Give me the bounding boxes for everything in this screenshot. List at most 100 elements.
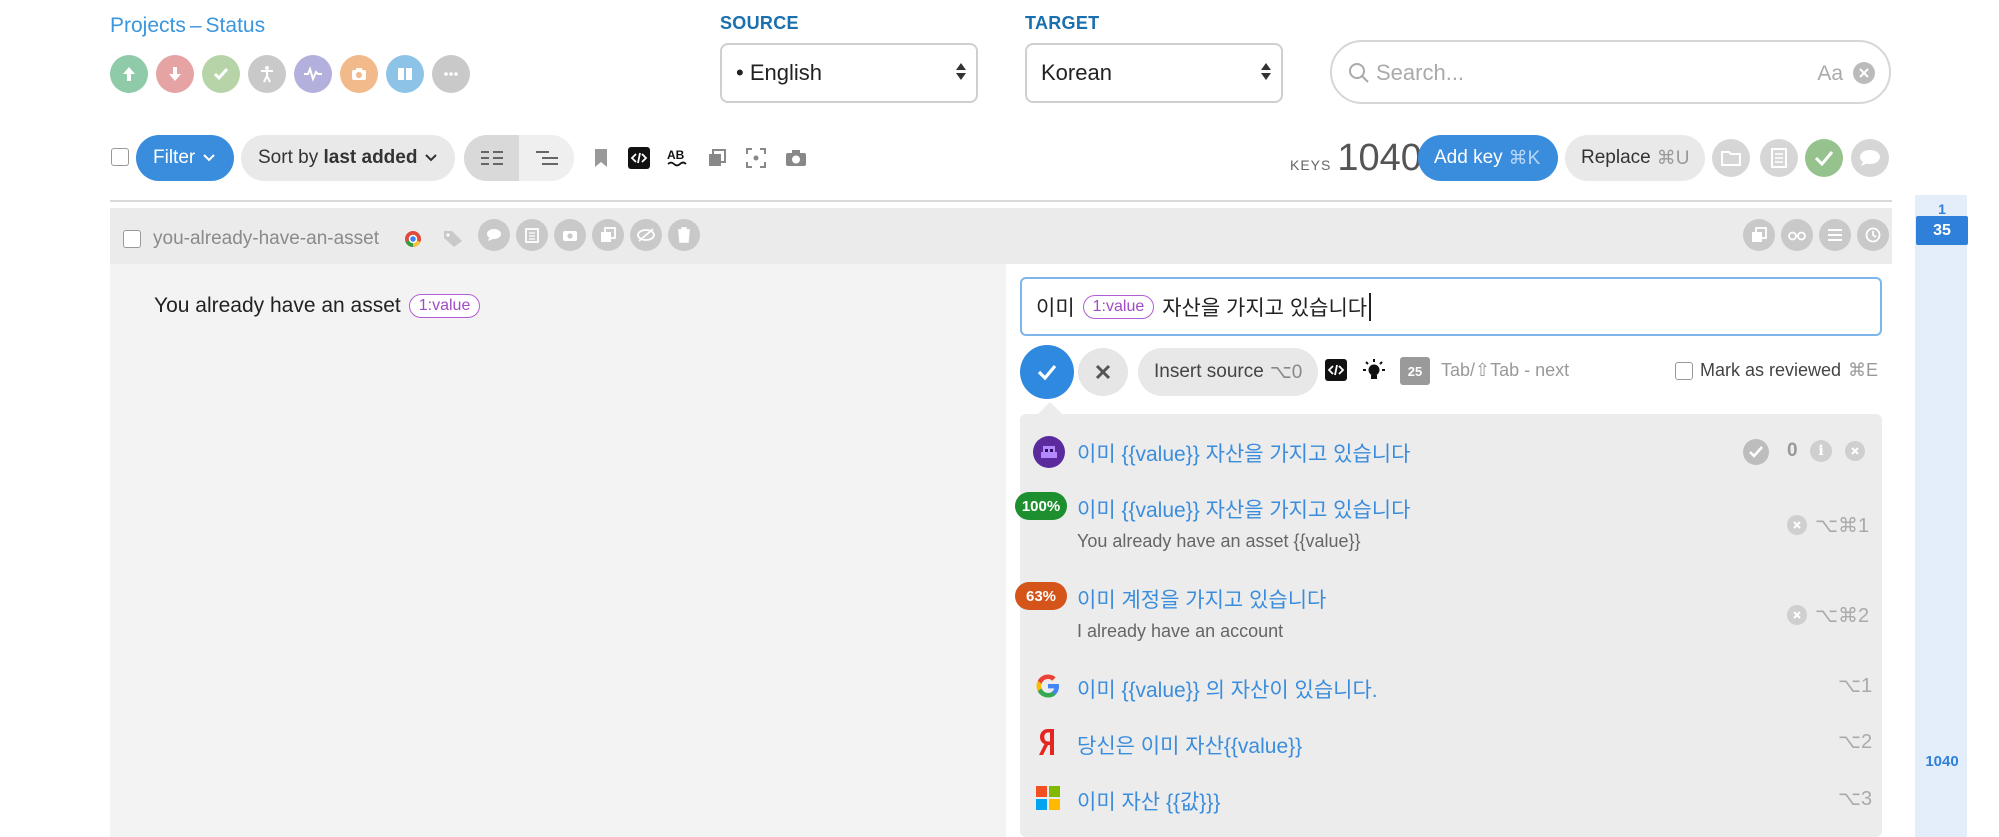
code-icon[interactable] — [627, 146, 651, 170]
camera-icon[interactable] — [340, 55, 378, 93]
dismiss-icon[interactable] — [1787, 605, 1807, 625]
filter-button[interactable]: Filter — [136, 135, 234, 181]
sort-prefix: Sort by — [258, 147, 324, 168]
suggestion-text[interactable]: 이미 {{value}} 자산을 가지고 있습니다 — [1077, 494, 1410, 524]
bookmark-icon[interactable] — [589, 146, 613, 170]
replace-button[interactable]: Replace ⌘U — [1565, 135, 1705, 181]
check-icon[interactable] — [202, 55, 240, 93]
list-view-button[interactable] — [464, 135, 519, 181]
select-all-checkbox[interactable] — [111, 148, 129, 166]
check-circle-icon[interactable] — [1743, 439, 1769, 465]
duplicate-icon[interactable] — [592, 219, 624, 251]
source-text: You already have an asset 1:value — [154, 294, 481, 318]
source-language-select[interactable]: • English — [720, 43, 978, 103]
select-arrows-icon — [956, 63, 966, 80]
clear-search-icon[interactable] — [1853, 62, 1875, 84]
search-input[interactable]: Search... Aa — [1330, 40, 1891, 104]
tree-view-button[interactable] — [519, 135, 574, 181]
replace-label: Replace — [1581, 147, 1651, 168]
chrome-icon — [405, 231, 421, 248]
breadcrumb-projects-link[interactable]: Projects — [110, 14, 186, 37]
upload-icon[interactable] — [110, 55, 148, 93]
insert-source-shortcut: ⌥0 — [1269, 361, 1303, 383]
check-circle-icon[interactable] — [1805, 139, 1843, 177]
suggestion-text[interactable]: 이미 자산 {{값}}} — [1077, 786, 1220, 816]
select-arrows-icon — [1261, 63, 1271, 80]
source-language-value: • English — [736, 60, 822, 85]
suggestion-shortcut: ⌥3 — [1838, 788, 1873, 810]
list-view-icon — [480, 151, 503, 165]
mark-reviewed-toggle[interactable]: Mark as reviewed ⌘E — [1675, 360, 1878, 381]
breadcrumb-status-link[interactable]: Status — [206, 14, 266, 37]
match-case-toggle[interactable]: Aa — [1817, 62, 1843, 86]
filter-label: Filter — [153, 147, 196, 168]
placeholder-tag[interactable]: 1:value — [1082, 294, 1155, 319]
activity-icon[interactable] — [294, 55, 332, 93]
document-icon[interactable] — [1760, 139, 1798, 177]
add-key-label: Add key — [1434, 147, 1503, 168]
trash-icon[interactable] — [668, 219, 700, 251]
align-icon[interactable] — [1819, 219, 1851, 251]
key-name[interactable]: you-already-have-an-asset — [153, 228, 379, 250]
sort-dropdown[interactable]: Sort by last added — [241, 135, 455, 181]
translation-editor[interactable]: 이미 1:value 자산을 가지고 있습니다 — [1020, 277, 1882, 336]
usage-count: 0 — [1787, 440, 1798, 461]
view-mode-toggle — [464, 135, 574, 181]
target-label: TARGET — [1025, 13, 1100, 33]
insert-source-label: Insert source — [1154, 361, 1264, 382]
add-key-button[interactable]: Add key ⌘K — [1418, 135, 1558, 181]
copy-icon[interactable] — [705, 146, 729, 170]
focus-icon[interactable] — [744, 146, 768, 170]
key-scroll-rail[interactable] — [1915, 195, 1967, 837]
suggestion-text[interactable]: 당신은 이미 자산{{value}} — [1077, 730, 1302, 760]
keys-label: KEYS — [1290, 157, 1332, 173]
tag-icon[interactable] — [443, 230, 463, 248]
accessibility-icon[interactable] — [248, 55, 286, 93]
keys-count: 1040 — [1337, 137, 1422, 179]
clipboard-icon[interactable] — [516, 219, 548, 251]
glasses-icon[interactable] — [1781, 219, 1813, 251]
suggestion-shortcut: ⌥2 — [1838, 731, 1873, 753]
hide-icon[interactable] — [630, 219, 662, 251]
microsoft-icon — [1036, 786, 1060, 810]
suggestion-text[interactable]: 이미 {{value}} 의 자산이 있습니다. — [1077, 674, 1378, 704]
folder-icon[interactable] — [1712, 139, 1750, 177]
status-icon-row — [110, 55, 470, 93]
code-icon[interactable] — [1325, 359, 1347, 381]
source-label: SOURCE — [720, 13, 799, 33]
history-icon[interactable] — [1857, 219, 1889, 251]
camera-icon[interactable] — [554, 219, 586, 251]
placeholder-tag[interactable]: 1:value — [408, 294, 481, 318]
insert-source-button[interactable]: Insert source ⌥0 — [1138, 348, 1319, 396]
breadcrumb-separator: – — [189, 14, 202, 37]
comment-icon[interactable] — [478, 219, 510, 251]
yandex-icon — [1039, 729, 1054, 755]
download-icon[interactable] — [156, 55, 194, 93]
toolbar-divider — [110, 200, 1892, 202]
mark-reviewed-checkbox[interactable] — [1675, 361, 1693, 380]
keys-counter: KEYS 1040 — [1290, 137, 1422, 180]
more-icon[interactable] — [432, 55, 470, 93]
source-pane — [110, 264, 1006, 837]
suggestion-text[interactable]: 이미 계정을 가지고 있습니다 — [1077, 584, 1326, 614]
dismiss-icon[interactable] — [1845, 441, 1865, 461]
screenshot-icon[interactable] — [784, 146, 808, 170]
confirm-button[interactable] — [1020, 345, 1074, 399]
copy-icon[interactable] — [1743, 219, 1775, 251]
lightbulb-icon[interactable] — [1362, 358, 1386, 382]
spellcheck-icon[interactable]: AB — [666, 146, 690, 170]
source-text-value: You already have an asset — [154, 294, 401, 317]
svg-text:AB: AB — [667, 148, 685, 162]
dismiss-icon[interactable] — [1787, 515, 1807, 535]
google-icon — [1036, 674, 1059, 698]
book-icon[interactable] — [386, 55, 424, 93]
suggestion-text[interactable]: 이미 {{value}} 자산을 가지고 있습니다 — [1077, 438, 1410, 468]
key-select-checkbox[interactable] — [123, 230, 141, 248]
target-language-select[interactable]: Korean — [1025, 43, 1283, 103]
rail-first-index: 1 — [1938, 201, 1946, 217]
comment-icon[interactable] — [1851, 139, 1889, 177]
add-key-shortcut: ⌘K — [1508, 147, 1541, 169]
cancel-button[interactable] — [1078, 348, 1128, 396]
rail-current-position[interactable]: 35 — [1916, 216, 1968, 245]
info-icon[interactable]: i — [1810, 440, 1832, 462]
